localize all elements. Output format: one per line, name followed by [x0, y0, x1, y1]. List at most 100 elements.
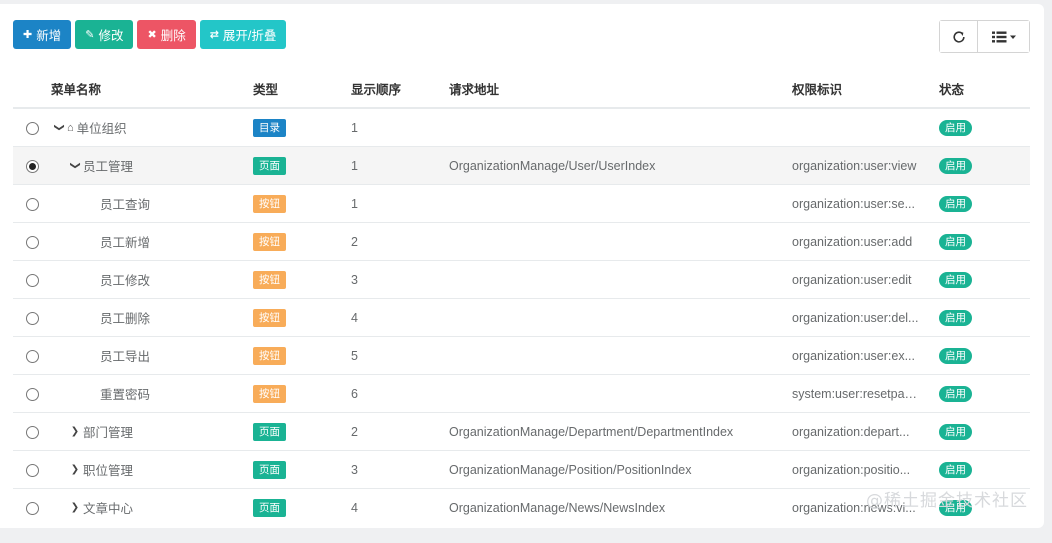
type-cell: 页面 — [253, 450, 351, 489]
status-cell: 启用 — [939, 222, 1030, 261]
type-badge: 按钮 — [253, 232, 286, 251]
chevron-down-icon[interactable]: ❯ — [54, 123, 65, 133]
name-cell: 重置密码 — [51, 374, 253, 413]
header-url[interactable]: 请求地址 — [449, 70, 792, 109]
chevron-right-icon[interactable]: ❯ — [70, 464, 80, 475]
table-row[interactable]: 员工修改 按钮 3 organization:user:edit 启用 — [13, 260, 1030, 299]
name-cell: 员工查询 — [51, 184, 253, 223]
refresh-button[interactable] — [940, 21, 977, 52]
add-button[interactable]: ✚ 新增 — [13, 20, 72, 49]
menu-name: 员工新增 — [100, 236, 151, 250]
header-status[interactable]: 状态 — [939, 70, 1030, 109]
row-radio[interactable] — [25, 311, 39, 325]
header-order[interactable]: 显示顺序 — [351, 70, 449, 109]
perm-text: organization:depart... — [792, 424, 910, 439]
status-badge: 启用 — [939, 157, 972, 174]
menu-name: 员工删除 — [100, 312, 151, 326]
add-button-label: 新增 — [36, 29, 62, 43]
header-radio — [13, 70, 51, 109]
edit-icon: ✎ — [85, 29, 95, 41]
status-badge: 启用 — [939, 309, 972, 326]
table-row[interactable]: ❯ 部门管理 页面 2 OrganizationManage/Department/De… — [13, 412, 1030, 451]
row-radio[interactable] — [25, 463, 39, 477]
status-badge: 启用 — [939, 423, 972, 440]
row-radio[interactable] — [25, 387, 39, 401]
url-cell — [449, 222, 792, 261]
header-name[interactable]: 菜单名称 — [51, 70, 253, 109]
table-row[interactable]: 重置密码 按钮 6 system:user:resetpas... 启用 — [13, 374, 1030, 413]
status-cell: 启用 — [939, 146, 1030, 185]
row-radio[interactable] — [25, 159, 39, 173]
type-cell: 按钮 — [253, 260, 351, 299]
name-cell: ❯ ⌂ 单位组织 — [51, 107, 253, 147]
status-cell: 启用 — [939, 298, 1030, 337]
menu-name: 员工修改 — [100, 274, 151, 288]
row-select-cell — [13, 222, 51, 261]
type-badge: 按钮 — [253, 384, 286, 403]
chevron-right-icon[interactable]: ❯ — [70, 426, 80, 437]
name-cell: ❯ 职位管理 — [51, 450, 253, 489]
header-type[interactable]: 类型 — [253, 70, 351, 109]
columns-toggle-button[interactable] — [977, 21, 1029, 52]
delete-button[interactable]: ✖ 删除 — [137, 20, 196, 49]
header-perm[interactable]: 权限标识 — [792, 70, 939, 109]
url-cell: OrganizationManage/User/UserIndex — [449, 146, 792, 185]
edit-button[interactable]: ✎ 修改 — [75, 20, 134, 49]
home-icon: ⌂ — [67, 121, 74, 134]
status-cell: 启用 — [939, 374, 1030, 413]
table-row[interactable]: 员工新增 按钮 2 organization:user:add 启用 — [13, 222, 1030, 261]
type-cell: 按钮 — [253, 336, 351, 375]
table-row[interactable]: 员工删除 按钮 4 organization:user:del... 启用 — [13, 298, 1030, 337]
order-cell: 4 — [351, 488, 449, 526]
row-radio[interactable] — [25, 425, 39, 439]
type-cell: 按钮 — [253, 222, 351, 261]
status-badge: 启用 — [939, 195, 972, 212]
type-cell: 页面 — [253, 488, 351, 526]
status-cell: 启用 — [939, 260, 1030, 299]
perm-text: organization:positio... — [792, 462, 911, 477]
type-badge: 页面 — [253, 156, 286, 175]
watermark: @稀土掘金技术社区 — [866, 491, 1028, 511]
perm-cell: organization:positio... — [792, 450, 939, 489]
row-radio[interactable] — [25, 273, 39, 287]
perm-cell: organization:user:ex... — [792, 336, 939, 375]
row-radio[interactable] — [25, 121, 39, 135]
row-select-cell — [13, 336, 51, 375]
menu-panel: ✚ 新增 ✎ 修改 ✖ 删除 ⇄ 展开/折叠 菜单名称 类型 显示顺序 请求地址… — [0, 4, 1044, 528]
row-radio[interactable] — [25, 501, 39, 515]
perm-cell: organization:depart... — [792, 412, 939, 451]
name-cell: ❯ 员工管理 — [51, 146, 253, 185]
chevron-right-icon[interactable]: ❯ — [70, 502, 80, 513]
perm-cell: system:user:resetpas... — [792, 374, 939, 413]
status-badge: 启用 — [939, 347, 972, 364]
menu-name: 职位管理 — [83, 464, 134, 478]
row-radio[interactable] — [25, 235, 39, 249]
expand-collapse-button[interactable]: ⇄ 展开/折叠 — [199, 20, 287, 49]
delete-button-label: 删除 — [160, 29, 186, 43]
menu-name: 单位组织 — [76, 122, 127, 136]
status-cell: 启用 — [939, 184, 1030, 223]
order-cell: 5 — [351, 336, 449, 375]
menu-name: 员工导出 — [100, 350, 151, 364]
type-badge: 按钮 — [253, 194, 286, 213]
table-row[interactable]: 员工查询 按钮 1 organization:user:se... 启用 — [13, 184, 1030, 223]
table-row[interactable]: ❯ 员工管理 页面 1 OrganizationManage/User/UserInde… — [13, 146, 1030, 185]
chevron-down-icon[interactable]: ❯ — [70, 161, 81, 171]
row-select-cell — [13, 374, 51, 413]
type-badge: 按钮 — [253, 308, 286, 327]
table-row[interactable]: ❯ 职位管理 页面 3 OrganizationManage/Position/Posi… — [13, 450, 1030, 489]
table-row[interactable]: ❯ ⌂ 单位组织 目录 1 启用 — [13, 107, 1030, 147]
menu-name: 员工管理 — [83, 160, 134, 174]
status-badge: 启用 — [939, 271, 972, 288]
row-radio[interactable] — [25, 197, 39, 211]
exchange-icon: ⇄ — [209, 29, 219, 41]
row-radio[interactable] — [25, 349, 39, 363]
perm-text: organization:user:edit — [792, 272, 912, 287]
row-select-cell — [13, 488, 51, 526]
table-row[interactable]: 员工导出 按钮 5 organization:user:ex... 启用 — [13, 336, 1030, 375]
type-badge: 页面 — [253, 498, 286, 517]
row-select-cell — [13, 184, 51, 223]
perm-cell: organization:user:del... — [792, 298, 939, 337]
perm-text: organization:user:add — [792, 234, 913, 249]
perm-cell: organization:user:se... — [792, 184, 939, 223]
